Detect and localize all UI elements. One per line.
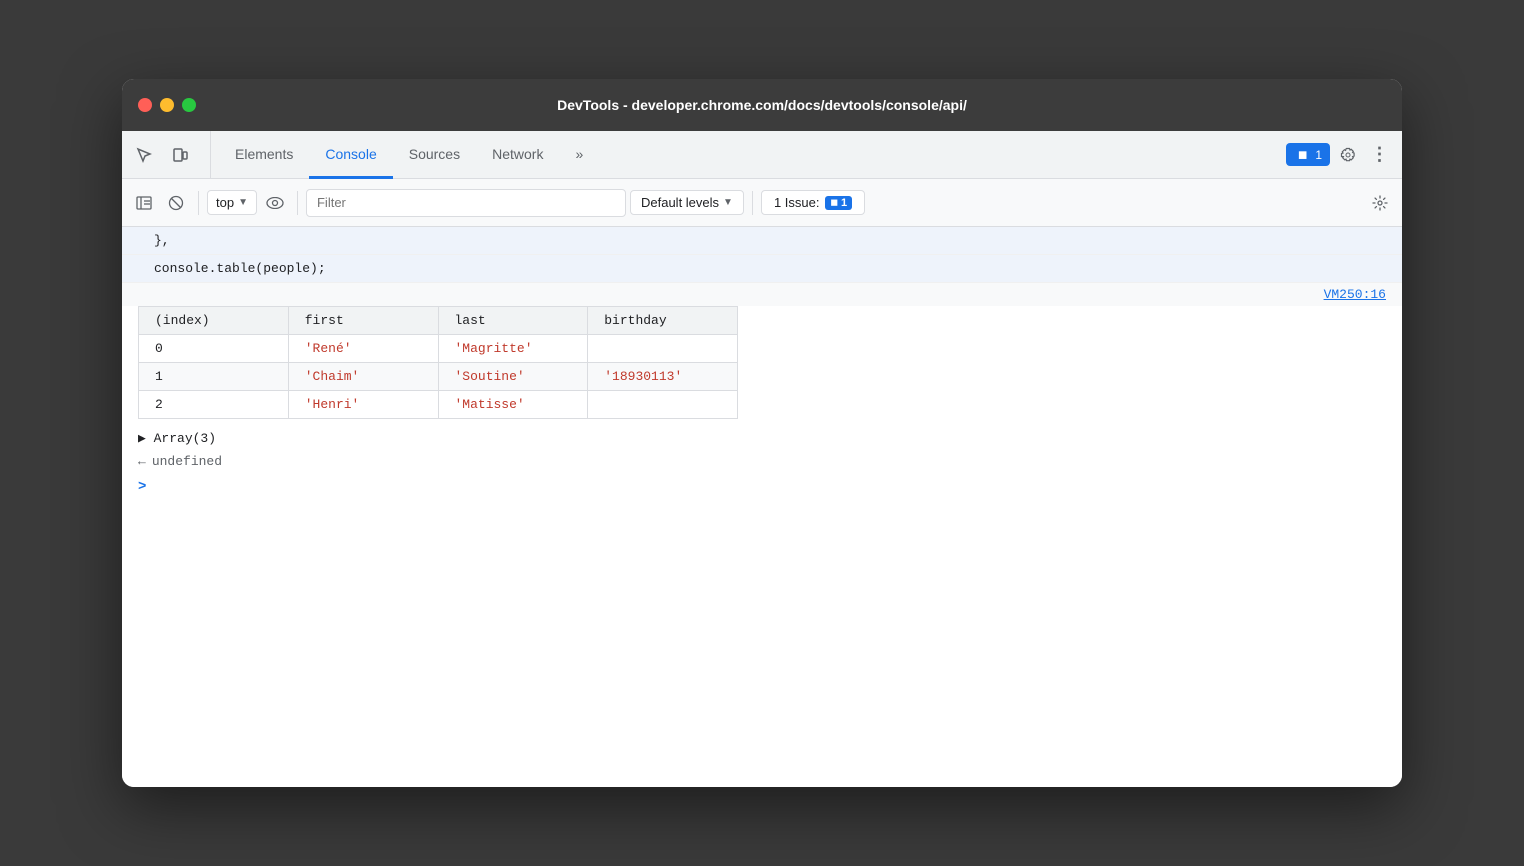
tabs-spacer — [599, 131, 1286, 178]
cell-last-1: 'Soutine' — [438, 363, 588, 391]
settings-button[interactable] — [1334, 141, 1362, 169]
cell-last-2: 'Matisse' — [438, 391, 588, 419]
clear-console-button[interactable] — [162, 189, 190, 217]
toolbar-separator-1 — [198, 191, 199, 215]
tab-more[interactable]: » — [559, 131, 599, 179]
console-settings-button[interactable] — [1366, 189, 1394, 217]
issues-icon: ◼ — [1294, 147, 1311, 162]
table-row: 1 'Chaim' 'Soutine' '18930113' — [139, 363, 738, 391]
console-output: }, console.table(people); VM250:16 (inde… — [122, 227, 1402, 787]
device-toolbar-button[interactable] — [166, 141, 194, 169]
col-index: (index) — [139, 307, 289, 335]
more-options-button[interactable]: ⋮ — [1366, 141, 1394, 169]
cell-index-2: 2 — [139, 391, 289, 419]
console-table: (index) first last birthday 0 'René' 'Ma… — [138, 306, 738, 419]
default-levels-button[interactable]: Default levels ▼ — [630, 190, 744, 215]
sidebar-toggle-button[interactable] — [130, 189, 158, 217]
toolbar-separator-2 — [297, 191, 298, 215]
code-line-1: }, — [122, 227, 1402, 255]
cell-birthday-2 — [588, 391, 738, 419]
cell-index-1: 1 — [139, 363, 289, 391]
array-expand-button[interactable]: ▶ Array(3) — [122, 427, 1402, 450]
filter-input[interactable] — [306, 189, 626, 217]
table-body: 0 'René' 'Magritte' 1 'Chaim' 'Soutine' … — [139, 335, 738, 419]
levels-chevron-icon: ▼ — [723, 197, 733, 208]
minimize-button[interactable] — [160, 98, 174, 112]
return-arrow-icon: ← — [138, 454, 146, 469]
cell-index-0: 0 — [139, 335, 289, 363]
code-line-2: console.table(people); — [122, 255, 1402, 283]
issue-badge: ◼ 1 — [825, 196, 852, 210]
toolbar-separator-3 — [752, 191, 753, 215]
close-button[interactable] — [138, 98, 152, 112]
tab-elements[interactable]: Elements — [219, 131, 309, 179]
issues-badge-button[interactable]: ◼ 1 — [1286, 143, 1330, 166]
traffic-lights — [138, 98, 196, 112]
tab-console[interactable]: Console — [309, 131, 392, 179]
tabs-right-controls: ◼ 1 ⋮ — [1286, 131, 1394, 178]
window-title: DevTools - developer.chrome.com/docs/dev… — [557, 97, 967, 113]
inspect-element-button[interactable] — [130, 141, 158, 169]
cell-birthday-0 — [588, 335, 738, 363]
issue-button[interactable]: 1 Issue: ◼ 1 — [761, 190, 865, 215]
vm-link[interactable]: VM250:16 — [1324, 287, 1386, 302]
tab-network[interactable]: Network — [476, 131, 559, 179]
tab-sources[interactable]: Sources — [393, 131, 476, 179]
console-toolbar: top ▼ Default levels ▼ 1 Issue: ◼ 1 — [122, 179, 1402, 227]
cell-birthday-1: '18930113' — [588, 363, 738, 391]
col-birthday: birthday — [588, 307, 738, 335]
devtools-window: DevTools - developer.chrome.com/docs/dev… — [122, 79, 1402, 787]
table-row: 2 'Henri' 'Matisse' — [139, 391, 738, 419]
tabs-bar: Elements Console Sources Network » ◼ 1 — [122, 131, 1402, 179]
dropdown-chevron-icon: ▼ — [238, 197, 248, 208]
col-last: last — [438, 307, 588, 335]
tab-icon-group — [130, 131, 211, 178]
cell-first-1: 'Chaim' — [288, 363, 438, 391]
cell-first-2: 'Henri' — [288, 391, 438, 419]
maximize-button[interactable] — [182, 98, 196, 112]
top-context-selector[interactable]: top ▼ — [207, 190, 257, 215]
vm-link-line: VM250:16 — [122, 283, 1402, 306]
table-row: 0 'René' 'Magritte' — [139, 335, 738, 363]
titlebar: DevTools - developer.chrome.com/docs/dev… — [122, 79, 1402, 131]
table-header: (index) first last birthday — [139, 307, 738, 335]
console-table-wrapper: (index) first last birthday 0 'René' 'Ma… — [122, 306, 1402, 427]
cell-first-0: 'René' — [288, 335, 438, 363]
cell-last-0: 'Magritte' — [438, 335, 588, 363]
console-prompt[interactable]: > — [122, 473, 1402, 501]
undefined-result: ← undefined — [122, 450, 1402, 473]
eye-icon-button[interactable] — [261, 189, 289, 217]
col-first: first — [288, 307, 438, 335]
